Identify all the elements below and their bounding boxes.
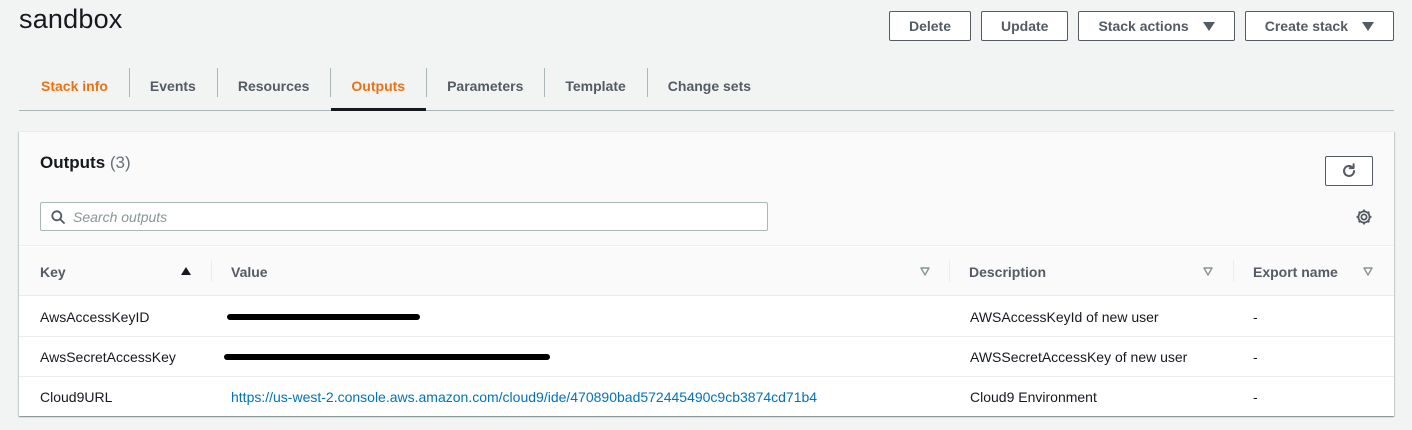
column-description-label: Description: [969, 263, 1047, 280]
column-header-value[interactable]: Value: [231, 247, 268, 296]
cell-description: AWSAccessKeyId of new user: [970, 309, 1159, 325]
redaction-bar: [227, 314, 420, 320]
column-header-key[interactable]: Key: [40, 247, 192, 296]
refresh-button[interactable]: [1325, 156, 1373, 186]
table-row: AwsSecretAccessKey AWSSecretAccessKey of…: [19, 337, 1394, 377]
column-key-label: Key: [40, 263, 66, 280]
update-button-label: Update: [1001, 18, 1049, 34]
page-title: sandbox: [19, 4, 123, 34]
column-value-label: Value: [231, 263, 268, 280]
tab-resources[interactable]: Resources: [216, 62, 331, 110]
column-divider: [949, 260, 950, 282]
sort-icon[interactable]: [1363, 267, 1373, 276]
header-actions: Delete Update Stack actions Create stack: [888, 11, 1394, 41]
outputs-title: Outputs (3): [40, 153, 131, 173]
search-icon: [51, 209, 65, 224]
stack-actions-dropdown[interactable]: Stack actions: [1078, 11, 1235, 41]
sort-icon[interactable]: [1203, 267, 1213, 276]
cell-value: https://us-west-2.console.aws.amazon.com…: [231, 377, 817, 417]
refresh-icon: [1343, 163, 1355, 177]
cell-export-name: -: [1253, 349, 1258, 365]
sort-icon[interactable]: [920, 267, 930, 276]
tab-bar: Stack info Events Resources Outputs Para…: [19, 62, 1394, 111]
column-header-export-name[interactable]: Export name: [1253, 247, 1338, 296]
delete-button-label: Delete: [908, 18, 951, 34]
cell-export-name: -: [1253, 389, 1258, 405]
create-stack-dropdown[interactable]: Create stack: [1244, 11, 1394, 41]
tab-template[interactable]: Template: [544, 62, 646, 110]
tab-outputs[interactable]: Outputs: [330, 62, 426, 111]
column-divider: [211, 260, 212, 282]
search-input[interactable]: [73, 208, 733, 225]
redaction-bar: [224, 354, 550, 360]
search-box: [40, 202, 768, 231]
outputs-panel-header: Outputs (3): [19, 132, 1394, 246]
cell-export-name: -: [1253, 309, 1258, 325]
caret-down-icon: [1362, 21, 1374, 31]
cell-key: Cloud9URL: [40, 389, 113, 405]
column-header-description[interactable]: Description: [969, 247, 1046, 296]
sort-ascending-icon[interactable]: [181, 267, 191, 275]
column-divider: [1233, 260, 1234, 282]
cell-description: AWSSecretAccessKey of new user: [970, 349, 1188, 365]
stack-actions-label: Stack actions: [1098, 18, 1189, 34]
cell-key: AwsAccessKeyID: [40, 309, 150, 325]
cloud9-url-link[interactable]: https://us-west-2.console.aws.amazon.com…: [231, 389, 817, 405]
tab-events[interactable]: Events: [128, 62, 217, 110]
outputs-title-text: Outputs: [40, 153, 106, 172]
settings-gear-icon[interactable]: [1355, 208, 1373, 226]
table-row: Cloud9URL https://us-west-2.console.aws.…: [19, 377, 1394, 417]
stack-detail-page: sandbox Delete Update Stack actions Crea…: [0, 0, 1412, 430]
caret-down-icon: [1202, 21, 1215, 31]
create-stack-label: Create stack: [1264, 18, 1348, 34]
update-button[interactable]: Update: [981, 11, 1069, 41]
cell-value-redacted: [224, 337, 550, 377]
tab-change-sets[interactable]: Change sets: [646, 62, 772, 110]
cell-value-redacted: [227, 297, 420, 337]
outputs-panel: Outputs (3) Search outputs Key Value Des…: [19, 131, 1394, 416]
column-export-name-label: Export name: [1253, 263, 1338, 280]
delete-button[interactable]: Delete: [888, 11, 971, 41]
cell-key: AwsSecretAccessKey: [40, 349, 176, 365]
table-header: Key Value Description Export name: [19, 247, 1394, 296]
outputs-count: (3): [109, 153, 131, 172]
tab-parameters[interactable]: Parameters: [426, 62, 544, 110]
table-row: AwsAccessKeyID AWSAccessKeyId of new use…: [19, 297, 1394, 337]
tab-stack-info[interactable]: Stack info: [19, 62, 129, 110]
cell-description: Cloud9 Environment: [970, 389, 1097, 405]
